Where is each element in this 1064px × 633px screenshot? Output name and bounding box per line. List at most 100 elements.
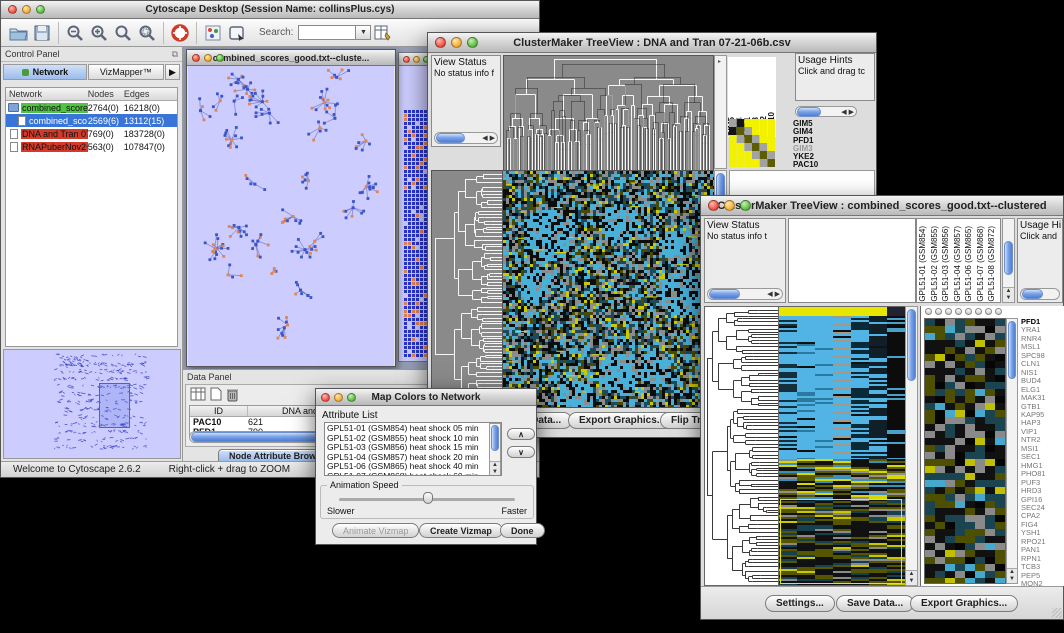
row-label[interactable]: PAC10 bbox=[793, 161, 818, 169]
col-nodes[interactable]: Nodes bbox=[88, 89, 124, 99]
tv1-row-dendrogram[interactable] bbox=[431, 170, 503, 408]
tv2-global-vscrollbar[interactable]: ▲▼ bbox=[1006, 318, 1018, 584]
annotation-icon[interactable] bbox=[225, 21, 249, 45]
tv1-column-dendrogram[interactable] bbox=[503, 55, 714, 171]
minimize-button[interactable] bbox=[22, 5, 31, 14]
tab-overflow-button[interactable]: ▶ bbox=[165, 64, 180, 80]
network-view-titlebar[interactable]: combined_scores_good.txt--cluste... bbox=[187, 50, 395, 66]
array-label[interactable]: GPL51-03 (GSM856) bbox=[942, 226, 954, 302]
tv2-usage-hscrollbar[interactable] bbox=[1020, 288, 1060, 300]
tv2-view-status-panel: View Status No status info t ◀ ▶ bbox=[704, 218, 786, 303]
move-up-button[interactable]: ∧ bbox=[507, 428, 535, 440]
network-row-dna-tran[interactable]: DNA and Tran 07 769(0) 183728(0) bbox=[6, 127, 177, 140]
zoom-window-button[interactable] bbox=[216, 54, 224, 62]
attribute-list-vscrollbar[interactable]: ▲▼ bbox=[489, 423, 501, 476]
array-label[interactable]: GPL51-01 (GSM854) bbox=[919, 226, 931, 302]
tv2-settings-button[interactable]: Settings... bbox=[765, 595, 835, 612]
network-row-combined-scores[interactable]: combined_scores 2764(0) 16218(0) bbox=[6, 101, 177, 114]
data-col-id[interactable]: ID bbox=[190, 406, 248, 416]
col-network[interactable]: Network bbox=[6, 89, 88, 99]
global-zoom-dot[interactable] bbox=[975, 308, 982, 315]
float-panel-icon[interactable]: ⧉ bbox=[172, 49, 178, 60]
done-button[interactable]: Done bbox=[500, 523, 545, 538]
minimize-button[interactable] bbox=[204, 54, 212, 62]
tab-vizmapper[interactable]: VizMapper™ bbox=[88, 64, 164, 80]
minimize-button[interactable] bbox=[334, 393, 343, 402]
zoom-selected-icon[interactable] bbox=[135, 21, 159, 45]
network-overview-canvas[interactable] bbox=[3, 349, 181, 459]
data-panel-title: Data Panel bbox=[187, 372, 232, 382]
cytoscape-titlebar[interactable]: Cytoscape Desktop (Session Name: collins… bbox=[1, 1, 539, 19]
tv2-save-data-button[interactable]: Save Data... bbox=[836, 595, 914, 612]
tv1-col-vscrollbar[interactable]: ▸ bbox=[714, 55, 727, 169]
zoom-window-button[interactable] bbox=[36, 5, 45, 14]
tv2-row-dendrogram[interactable] bbox=[704, 306, 779, 586]
network-file-icon bbox=[18, 116, 26, 126]
zoom-in-icon[interactable] bbox=[87, 21, 111, 45]
tv1-zoom-slider[interactable]: ◀ ▶ bbox=[795, 106, 857, 117]
tv1-heatmap[interactable] bbox=[502, 170, 715, 408]
global-zoom-dot[interactable] bbox=[925, 308, 932, 315]
global-zoom-dot[interactable] bbox=[945, 308, 952, 315]
treeview2-titlebar[interactable]: ClusterMaker TreeView : combined_scores_… bbox=[701, 196, 1063, 216]
tv2-usage-hints-panel: Usage Hi Click and bbox=[1017, 218, 1063, 303]
close-button[interactable] bbox=[403, 56, 410, 63]
network-view-window[interactable]: combined_scores_good.txt--cluste... bbox=[186, 49, 396, 367]
search-label: Search: bbox=[259, 27, 293, 38]
resize-grip[interactable] bbox=[1052, 608, 1062, 618]
network-row-rnapuber[interactable]: RNAPuberNov2+I 563(0) 107847(0) bbox=[6, 140, 177, 153]
zoom-window-button[interactable] bbox=[740, 200, 751, 211]
close-button[interactable] bbox=[8, 5, 17, 14]
tv2-heat-vscrollbar[interactable]: ▲▼ bbox=[905, 306, 918, 586]
zoom-window-button[interactable] bbox=[347, 393, 356, 402]
save-session-icon[interactable] bbox=[30, 21, 54, 45]
close-button[interactable] bbox=[435, 37, 446, 48]
global-zoom-dot[interactable] bbox=[955, 308, 962, 315]
zoom-out-icon[interactable] bbox=[63, 21, 87, 45]
treeview1-titlebar[interactable]: ClusterMaker TreeView : DNA and Tran 07-… bbox=[428, 33, 876, 53]
global-zoom-dot[interactable] bbox=[985, 308, 992, 315]
vizmap-nodes-icon[interactable] bbox=[201, 21, 225, 45]
zoom-fit-icon[interactable] bbox=[111, 21, 135, 45]
tv1-status-hscrollbar[interactable]: ◀ ▶ bbox=[434, 132, 498, 144]
tv1-global-mini-heatmap[interactable] bbox=[729, 119, 775, 167]
animate-vizmap-button[interactable]: Animate Vizmap bbox=[332, 523, 419, 538]
close-button[interactable] bbox=[192, 54, 200, 62]
search-input[interactable] bbox=[298, 25, 356, 40]
tv2-column-dendrogram-area[interactable] bbox=[788, 218, 916, 303]
array-label[interactable]: GPL51-08 (GSM872) bbox=[988, 226, 1000, 302]
help-lifebuoy-icon[interactable] bbox=[168, 21, 192, 45]
tv2-col-vscrollbar[interactable]: ▲▼ bbox=[1002, 218, 1015, 303]
minimize-button[interactable] bbox=[724, 200, 735, 211]
close-button[interactable] bbox=[321, 393, 330, 402]
tv2-status-hscrollbar[interactable]: ◀ ▶ bbox=[707, 288, 783, 300]
tv2-heatmap[interactable] bbox=[778, 306, 906, 586]
usage-hints-title: Usage Hi bbox=[1020, 220, 1060, 231]
new-attribute-icon[interactable] bbox=[210, 387, 222, 407]
tab-network[interactable]: Network bbox=[3, 64, 87, 80]
zoom-window-button[interactable] bbox=[467, 37, 478, 48]
screen: Cytoscape Desktop (Session Name: collins… bbox=[0, 0, 1064, 633]
tv2-global-heatmap[interactable] bbox=[924, 318, 1006, 584]
move-down-button[interactable]: ∨ bbox=[507, 446, 535, 458]
search-dropdown-button[interactable]: ▼ bbox=[356, 25, 371, 40]
delete-attribute-icon[interactable] bbox=[226, 387, 239, 407]
array-label[interactable]: GPL51-06 (GSM865) bbox=[965, 226, 977, 302]
minimize-button[interactable] bbox=[413, 56, 420, 63]
close-button[interactable] bbox=[708, 200, 719, 211]
attribute-browser-icon[interactable] bbox=[371, 21, 395, 45]
attribute-item[interactable]: GPL51-07 (GSM868) heat shock 60 min bbox=[327, 472, 499, 477]
open-session-icon[interactable] bbox=[6, 21, 30, 45]
create-vizmap-button[interactable]: Create Vizmap bbox=[419, 523, 503, 538]
global-zoom-dot[interactable] bbox=[995, 308, 1002, 315]
tv2-export-graphics-button[interactable]: Export Graphics... bbox=[910, 595, 1018, 612]
speed-slider-thumb[interactable] bbox=[423, 492, 433, 504]
col-edges[interactable]: Edges bbox=[124, 89, 177, 99]
global-zoom-dot[interactable] bbox=[965, 308, 972, 315]
network-row-selected[interactable]: combined_sco 2569(6) 13112(15) bbox=[6, 114, 177, 127]
global-zoom-dot[interactable] bbox=[935, 308, 942, 315]
network-canvas[interactable] bbox=[188, 66, 394, 366]
select-attributes-icon[interactable] bbox=[190, 387, 206, 407]
dialog-titlebar[interactable]: Map Colors to Network bbox=[316, 389, 536, 406]
minimize-button[interactable] bbox=[451, 37, 462, 48]
